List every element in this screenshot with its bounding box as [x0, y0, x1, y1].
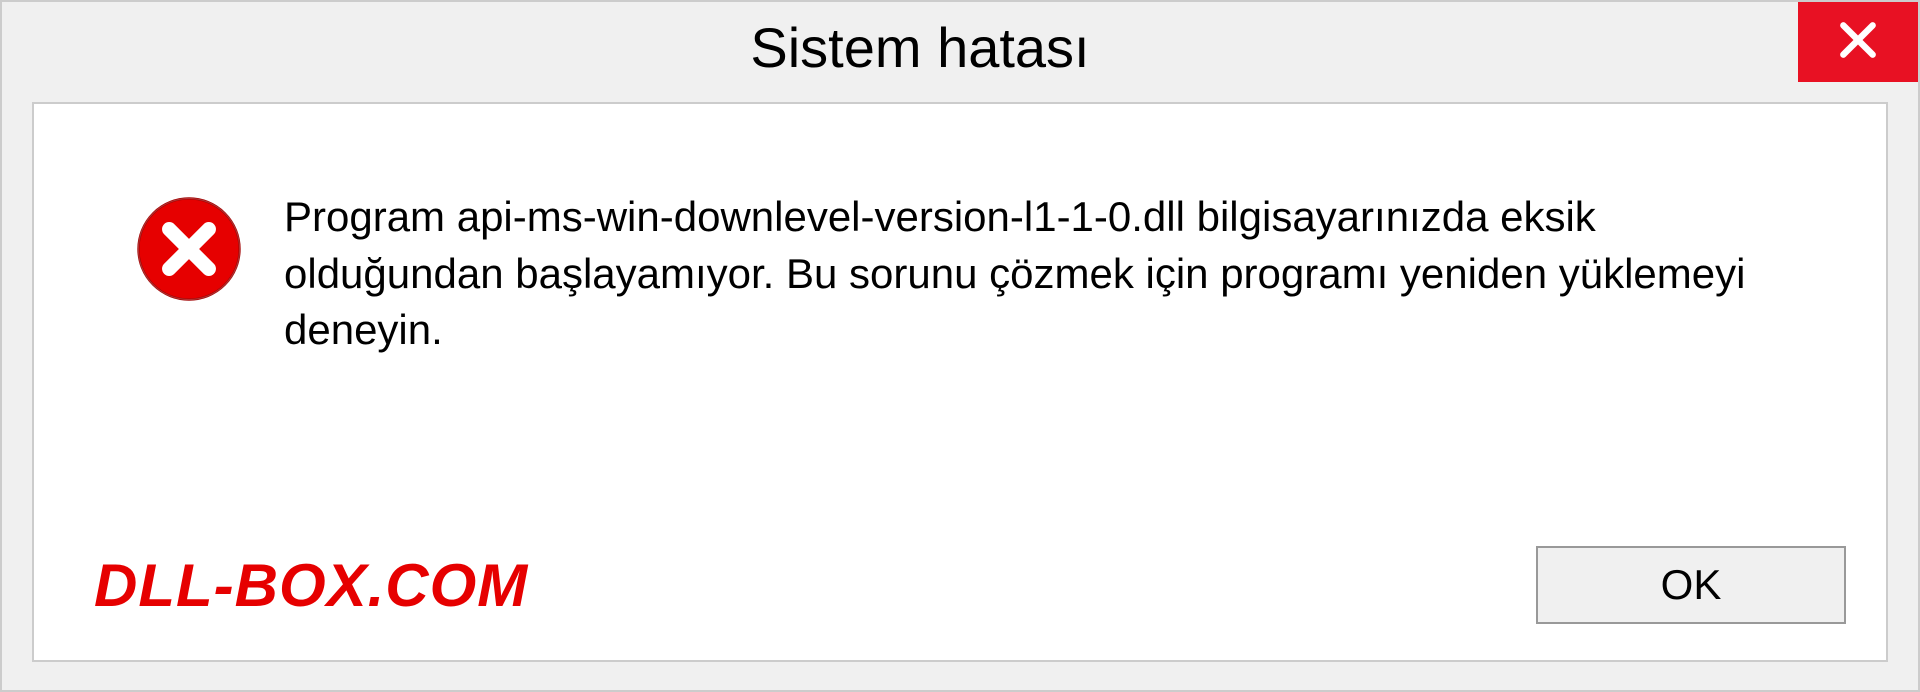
ok-button-label: OK — [1661, 561, 1722, 609]
titlebar: Sistem hatası — [2, 2, 1918, 92]
close-button[interactable] — [1798, 2, 1918, 82]
message-area: Program api-ms-win-downlevel-version-l1-… — [34, 104, 1886, 540]
watermark-text: DLL-BOX.COM — [94, 551, 528, 620]
ok-button[interactable]: OK — [1536, 546, 1846, 624]
error-message: Program api-ms-win-downlevel-version-l1-… — [284, 184, 1826, 359]
dialog-footer: DLL-BOX.COM OK — [34, 540, 1886, 660]
dialog-title: Sistem hatası — [42, 15, 1918, 80]
close-icon — [1836, 18, 1880, 67]
error-icon — [134, 194, 244, 304]
dialog-content: Program api-ms-win-downlevel-version-l1-… — [32, 102, 1888, 662]
